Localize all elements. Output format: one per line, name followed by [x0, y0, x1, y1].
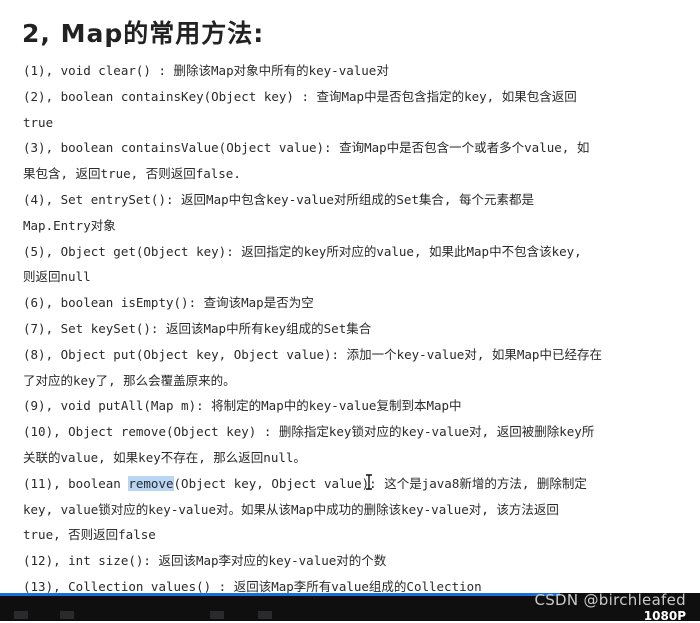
method-line: 关联的value, 如果key不存在, 那么返回null。 — [23, 449, 306, 465]
method-line: (4), Set entrySet(): 返回Map中包含key-value对所… — [23, 191, 534, 207]
watermark: CSDN @birchleafed — [534, 591, 686, 609]
method-line: true, 否则返回false — [23, 527, 156, 543]
method-line: (7), Set keySet(): 返回该Map中所有key组成的Set集合 — [23, 320, 372, 336]
method-line: (8), Object put(Object key, Object value… — [23, 346, 602, 362]
method-line: (9), void putAll(Map m): 将制定的Map中的key-va… — [23, 398, 462, 414]
control-button[interactable] — [258, 611, 272, 619]
control-button[interactable] — [14, 611, 28, 619]
method-line: (1), void clear() : 删除该Map对象中所有的key-valu… — [23, 63, 389, 78]
method-line: (6), boolean isEmpty(): 查询该Map是否为空 — [23, 295, 314, 311]
method-line: 果包含, 返回true, 否则返回false. — [23, 166, 241, 182]
text-cursor-icon — [366, 474, 372, 490]
control-button[interactable] — [60, 611, 74, 619]
line-suffix: (Object key, Object value): 这个是java8新增的方… — [173, 475, 587, 491]
method-line: Map.Entry对象 — [23, 217, 116, 233]
method-line: 了对应的key了, 那么会覆盖原来的。 — [23, 372, 236, 388]
method-line: (5), Object get(Object key): 返回指定的key所对应… — [23, 243, 582, 259]
method-line: 则返回null — [23, 269, 91, 285]
method-line-highlighted: (11), boolean remove(Object key, Object … — [23, 471, 683, 497]
video-progress-bar[interactable] — [0, 593, 560, 596]
method-line: (3), boolean containsValue(Object value)… — [23, 140, 590, 156]
method-line: (2), boolean containsKey(Object key) : 查… — [23, 88, 577, 104]
page-title: 2, Map的常用方法: — [22, 19, 265, 48]
method-line: true — [23, 114, 54, 130]
method-list: (1), void clear() : 删除该Map对象中所有的key-valu… — [23, 58, 683, 600]
selected-text[interactable]: remove — [128, 475, 174, 491]
line-prefix: (11), boolean — [23, 475, 129, 491]
method-line: (10), Object remove(Object key) : 删除指定ke… — [23, 424, 595, 440]
control-button[interactable] — [210, 611, 224, 619]
method-line: key, value锁对应的key-value对。如果从该Map中成功的删除该k… — [23, 501, 559, 517]
method-line: (12), int size(): 返回该Map李对应的key-value对的个… — [23, 553, 387, 569]
